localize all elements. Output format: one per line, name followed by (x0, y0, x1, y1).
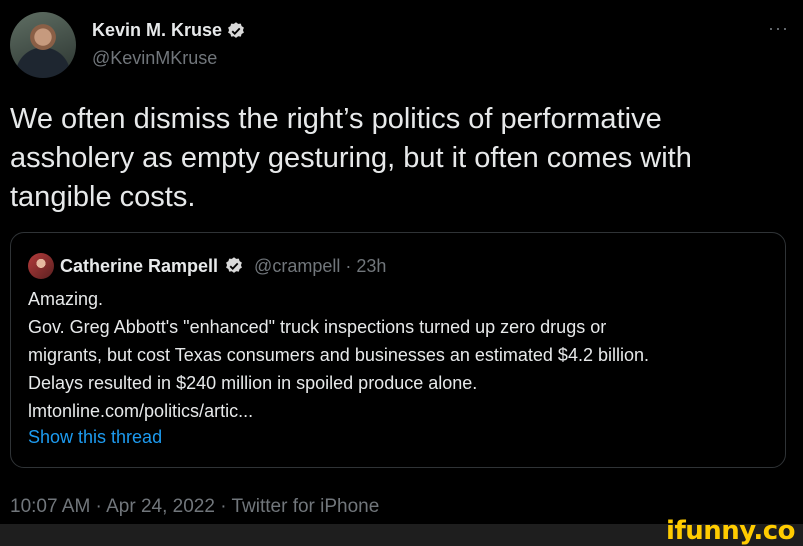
tweet-text: We often dismiss the right’s politics of… (10, 100, 790, 217)
quoted-tweet-text: Amazing. Gov. Greg Abbott's "enhanced" t… (28, 285, 768, 425)
quoted-text-line: Amazing. (28, 289, 104, 309)
quoted-text-line: Gov. Greg Abbott's "enhanced" truck insp… (28, 317, 607, 337)
verified-badge-icon (228, 21, 244, 38)
verified-badge-icon (226, 257, 242, 273)
ifunny-watermark-logo: ifunny.co (666, 516, 795, 546)
quoted-tweet-header: Catherine Rampell @crampell · 23h (28, 253, 386, 279)
author-name-row: Kevin M. Kruse (92, 20, 246, 41)
quoted-text-link[interactable]: lmtonline.com/politics/artic... (28, 397, 768, 425)
tweet-meta[interactable]: 10:07 AM · Apr 24, 2022 · Twitter for iP… (10, 496, 379, 518)
tweet-text-line: assholery as empty gesturing, but it oft… (10, 142, 692, 174)
quoted-author-avatar (28, 253, 54, 279)
quoted-author-name: Catherine Rampell (60, 255, 219, 276)
author-name[interactable]: Kevin M. Kruse (92, 20, 222, 41)
quoted-tweet-card[interactable]: Catherine Rampell @crampell · 23h Amazin… (10, 232, 786, 468)
author-handle[interactable]: @KevinMKruse (92, 48, 217, 69)
quoted-author-handle-time: @crampell · 23h (254, 255, 387, 276)
quoted-text-line: Delays resulted in $240 million in spoil… (28, 373, 478, 393)
author-avatar[interactable] (10, 12, 76, 78)
tweet-text-line: We often dismiss the right’s politics of… (10, 103, 662, 135)
tweet-text-line: tangible costs. (10, 181, 196, 213)
show-thread-link[interactable]: Show this thread (28, 427, 162, 448)
tweet-header: Kevin M. Kruse @KevinMKruse ··· (10, 12, 793, 78)
more-options-icon[interactable]: ··· (768, 18, 789, 39)
quoted-text-line: migrants, but cost Texas consumers and b… (28, 345, 649, 365)
